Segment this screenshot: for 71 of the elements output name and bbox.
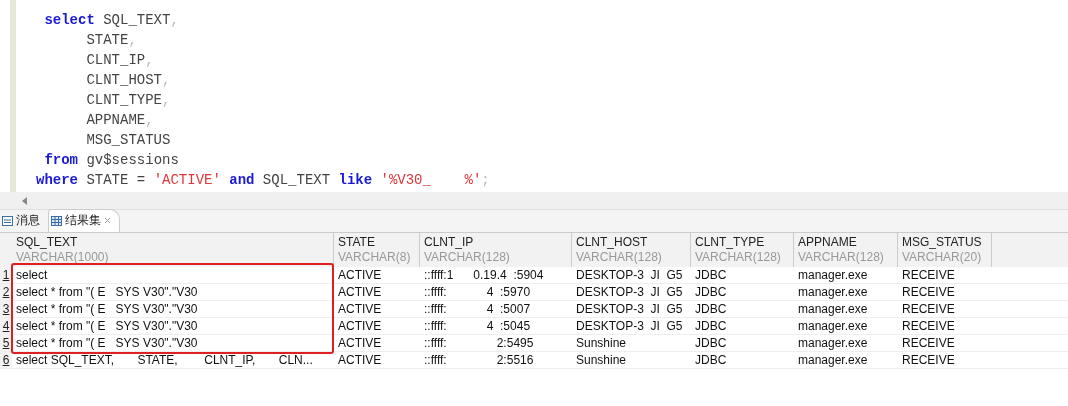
- scroll-left-icon[interactable]: [22, 196, 28, 205]
- code-line: CLNT_IP,: [85, 51, 155, 70]
- column-header[interactable]: CLNT_TYPE VARCHAR(128): [691, 233, 794, 267]
- column-header[interactable]: APPNAME VARCHAR(128): [794, 233, 898, 267]
- table-cell-text: DESKTOP-3 JI G5: [575, 284, 684, 300]
- table-cell-text: JDBC: [694, 267, 728, 283]
- code-line: MSG_STATUS: [85, 131, 172, 150]
- code-line: CLNT_HOST,: [85, 71, 172, 90]
- table-cell-text: manager.exe: [797, 335, 869, 351]
- column-header[interactable]: STATE VARCHAR(8): [334, 233, 420, 267]
- table-cell-text: JDBC: [694, 301, 728, 317]
- table-cell-text: JDBC: [694, 318, 728, 334]
- horizontal-scrollbar[interactable]: [0, 192, 1068, 209]
- table-cell-text: select SQL_TEXT, STATE, CLNT_IP, CLN...: [15, 352, 314, 368]
- table-cell-text: select * from "( E SYS V30"."V30: [15, 301, 199, 317]
- table-cell-text: ACTIVE: [337, 284, 383, 300]
- table-cell-text: RECEIVE: [901, 284, 956, 300]
- table-cell-text: ::ffff: 4 :5045: [423, 318, 532, 334]
- table-cell-text: RECEIVE: [901, 318, 956, 334]
- table-cell-text: manager.exe: [797, 352, 869, 368]
- table-cell-text: RECEIVE: [901, 301, 956, 317]
- table-cell-text: manager.exe: [797, 318, 869, 334]
- table-cell-text: RECEIVE: [901, 267, 956, 283]
- code-line: from gv$sessions: [43, 151, 180, 170]
- table-cell-text: Sunshine: [575, 335, 628, 351]
- table-cell-text: DESKTOP-3 JI G5: [575, 301, 684, 317]
- table-cell-text: ACTIVE: [337, 335, 383, 351]
- table-cell-text: manager.exe: [797, 301, 869, 317]
- table-cell-text: ::ffff: 4 :5007: [423, 301, 532, 317]
- table-cell-text: RECEIVE: [901, 352, 956, 368]
- table-cell-text: select * from "( E SYS V30"."V30: [15, 318, 199, 334]
- row-number: 2: [0, 284, 12, 300]
- table-icon: [51, 215, 62, 226]
- table-cell-text: ACTIVE: [337, 301, 383, 317]
- table-cell-text: RECEIVE: [901, 335, 956, 351]
- table-cell-text: ::ffff:1 0.19.4 :5904: [423, 267, 545, 283]
- table-cell-text: ::ffff: 2:5516: [423, 352, 535, 368]
- code-line: CLNT_TYPE,: [85, 91, 172, 110]
- table-cell-text: JDBC: [694, 352, 728, 368]
- column-header[interactable]: CLNT_HOST VARCHAR(128): [572, 233, 691, 267]
- column-header[interactable]: CLNT_IP VARCHAR(128): [420, 233, 572, 267]
- table-cell-text: Sunshine: [575, 352, 628, 368]
- table-cell-text: JDBC: [694, 335, 728, 351]
- column-header[interactable]: MSG_STATUS VARCHAR(20): [898, 233, 992, 267]
- sql-editor[interactable]: select SQL_TEXT, STATE, CLNT_IP, CLNT_HOST, CLNT_TYPE, APPNAME, MSG_STATUS from gv$sessions where STATE = 'ACTIVE' and SQL_TEXT like '%V30_ %';: [0, 0, 1068, 192]
- row-number: 5: [0, 335, 12, 351]
- table-cell-text: manager.exe: [797, 284, 869, 300]
- column-header[interactable]: SQL_TEXT VARCHAR(1000): [12, 233, 334, 267]
- code-line: STATE,: [85, 31, 138, 50]
- table-cell-text: select: [15, 267, 49, 283]
- table-cell-text: DESKTOP-3 JI G5: [575, 267, 684, 283]
- table-cell-text: ACTIVE: [337, 352, 383, 368]
- close-icon[interactable]: [104, 217, 111, 224]
- code-line: APPNAME,: [85, 111, 155, 130]
- table-cell-text: manager.exe: [797, 267, 869, 283]
- tab[interactable]: 消息: [0, 210, 48, 232]
- row-number: 6: [0, 352, 12, 368]
- code-line: select SQL_TEXT,: [43, 11, 180, 30]
- table-cell-text: ::ffff: 2:5495: [423, 335, 535, 351]
- tab[interactable]: 结果集: [48, 209, 120, 232]
- table-cell-text: select * from "( E SYS V30"."V30: [15, 335, 199, 351]
- table-cell-text: ACTIVE: [337, 318, 383, 334]
- row-number: 4: [0, 318, 12, 334]
- code-line: where STATE = 'ACTIVE' and SQL_TEXT like '%V30_ %';: [36, 171, 490, 190]
- table-cell-text: select * from "( E SYS V30"."V30: [15, 284, 199, 300]
- row-number: 3: [0, 301, 12, 317]
- table-cell-text: DESKTOP-3 JI G5: [575, 318, 684, 334]
- row-number: 1: [0, 267, 12, 283]
- table-cell-text: JDBC: [694, 284, 728, 300]
- table-cell-text: ACTIVE: [337, 267, 383, 283]
- table-cell-text: ::ffff: 4 :5970: [423, 284, 532, 300]
